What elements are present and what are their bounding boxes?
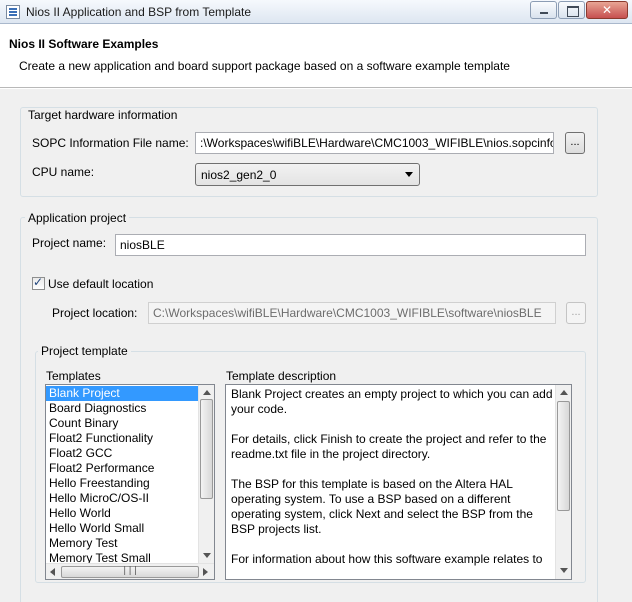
template-description-text: Blank Project creates an empty project t… <box>231 387 553 579</box>
templates-list[interactable]: Blank Project Board Diagnostics Count Bina… <box>45 384 215 580</box>
maximize-button[interactable] <box>558 1 585 19</box>
app-icon <box>6 5 20 19</box>
close-icon: ✕ <box>601 3 613 17</box>
description-vertical-scrollbar[interactable] <box>555 385 571 579</box>
template-list-item[interactable]: Float2 Performance <box>46 461 198 476</box>
sopc-file-label: SOPC Information File name: <box>32 136 189 150</box>
template-list-item[interactable]: Board Diagnostics <box>46 401 198 416</box>
template-description-label: Template description <box>226 369 337 383</box>
template-description-box[interactable]: Blank Project creates an empty project t… <box>225 384 572 580</box>
cpu-name-select[interactable]: nios2_gen2_0 <box>195 163 420 186</box>
sopc-file-input[interactable]: :\Workspaces\wifiBLE\Hardware\CMC1003_WI… <box>195 132 554 154</box>
chevron-down-icon <box>405 172 413 177</box>
application-project-label: Application project <box>25 211 130 225</box>
template-list-item[interactable]: Count Binary <box>46 416 198 431</box>
template-list-item[interactable]: Float2 GCC <box>46 446 198 461</box>
title-bar[interactable]: Nios II Application and BSP from Templat… <box>0 0 632 24</box>
scroll-down-icon[interactable] <box>560 568 568 573</box>
scroll-thumb[interactable] <box>200 399 213 499</box>
window-controls: ✕ <box>529 1 628 19</box>
default-location-checkbox[interactable]: ✓ <box>32 275 45 290</box>
cpu-name-value: nios2_gen2_0 <box>201 168 277 182</box>
description-paragraph: Blank Project creates an empty project t… <box>231 387 553 416</box>
template-list-item[interactable]: Hello Freestanding <box>46 476 198 491</box>
project-name-label: Project name: <box>32 236 107 250</box>
description-paragraph: For details, click Finish to create the … <box>231 432 547 461</box>
template-list-item[interactable]: Memory Test <box>46 536 198 551</box>
project-name-input[interactable]: niosBLE <box>115 234 586 256</box>
scroll-down-icon[interactable] <box>203 553 211 558</box>
page-description: Create a new application and board suppo… <box>19 59 510 73</box>
template-list-item[interactable]: Blank Project <box>46 386 198 401</box>
project-template-label: Project template <box>38 344 131 358</box>
page-title: Nios II Software Examples <box>9 37 159 51</box>
location-browse-button[interactable]: ... <box>566 302 586 324</box>
scroll-up-icon[interactable] <box>203 390 211 395</box>
window-title: Nios II Application and BSP from Templat… <box>26 5 252 19</box>
description-paragraph: The BSP for this template is based on th… <box>231 477 533 536</box>
templates-label: Templates <box>46 369 101 383</box>
minimize-button[interactable] <box>530 1 557 19</box>
wizard-content: Target hardware information SOPC Informa… <box>0 89 632 602</box>
scroll-up-icon[interactable] <box>560 390 568 395</box>
template-list-item[interactable]: Float2 Functionality <box>46 431 198 446</box>
templates-vertical-scrollbar[interactable] <box>198 385 214 565</box>
scroll-thumb[interactable] <box>557 401 570 511</box>
horizontal-scroll-thumb[interactable]: ||| <box>61 566 199 578</box>
scroll-right-icon[interactable] <box>203 568 208 576</box>
scroll-left-icon[interactable] <box>50 568 55 576</box>
project-location-input[interactable]: C:\Workspaces\wifiBLE\Hardware\CMC1003_W… <box>148 302 556 324</box>
close-button[interactable]: ✕ <box>586 1 628 19</box>
default-location-label: Use default location <box>48 277 154 291</box>
template-list-item[interactable]: Hello World <box>46 506 198 521</box>
target-hardware-label: Target hardware information <box>25 108 181 122</box>
project-location-label: Project location: <box>52 306 138 320</box>
cpu-name-label: CPU name: <box>32 165 95 179</box>
sopc-browse-button[interactable]: ... <box>565 132 585 154</box>
template-list-item[interactable]: Hello World Small <box>46 521 198 536</box>
checkmark-icon: ✓ <box>33 275 44 289</box>
wizard-header: Nios II Software Examples Create a new a… <box>0 25 632 88</box>
description-paragraph: For information about how this software … <box>231 552 543 566</box>
grip-icon: ||| <box>122 566 139 576</box>
templates-list-items: Blank Project Board Diagnostics Count Bina… <box>46 386 198 566</box>
template-list-item[interactable]: Hello MicroC/OS-II <box>46 491 198 506</box>
templates-horizontal-scrollbar[interactable]: ||| <box>46 563 214 579</box>
